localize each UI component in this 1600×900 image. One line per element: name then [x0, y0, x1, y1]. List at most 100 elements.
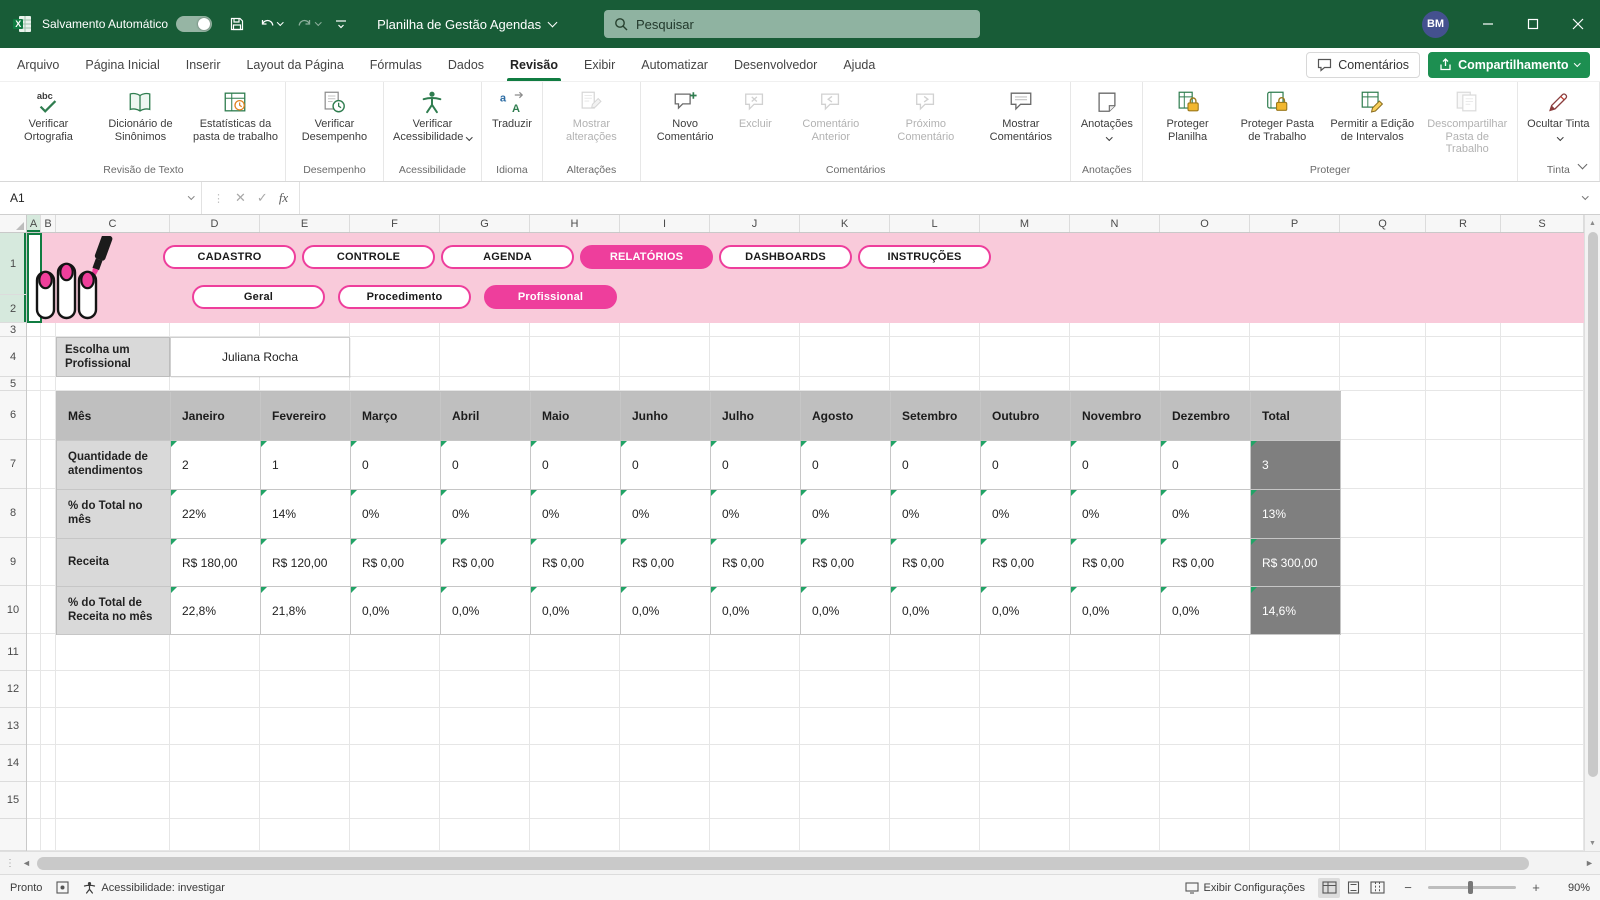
- value-cell[interactable]: 0,0%: [711, 587, 801, 635]
- table-header-cell[interactable]: Março: [351, 392, 441, 441]
- tab-revisao[interactable]: Revisão: [497, 48, 571, 81]
- value-cell[interactable]: R$ 0,00: [1161, 539, 1251, 587]
- row-header-11[interactable]: 11: [0, 634, 26, 671]
- total-cell[interactable]: 14,6%: [1251, 587, 1341, 635]
- sub-pill-procedimento[interactable]: Procedimento: [338, 285, 471, 309]
- sub-pill-geral[interactable]: Geral: [192, 285, 325, 309]
- vertical-scrollbar[interactable]: ▲ ▼: [1584, 215, 1600, 851]
- row-header-1[interactable]: 1: [0, 233, 26, 295]
- tab-exibir[interactable]: Exibir: [571, 48, 628, 81]
- tab-desenvolvedor[interactable]: Desenvolvedor: [721, 48, 830, 81]
- formula-bar-resizer[interactable]: ⋮: [213, 192, 224, 205]
- table-header-cell[interactable]: Fevereiro: [261, 392, 351, 441]
- value-cell[interactable]: 0%: [1161, 490, 1251, 539]
- value-cell[interactable]: 0%: [1071, 490, 1161, 539]
- nav-pill-instrucoes[interactable]: INSTRUÇÕES: [858, 245, 991, 269]
- ribbon-button-mostrar-alteracoes[interactable]: Mostrar alterações: [545, 82, 638, 143]
- table-header-cell[interactable]: Maio: [531, 392, 621, 441]
- ribbon-button-anotacoes[interactable]: Anotações: [1073, 82, 1140, 143]
- table-header-cell[interactable]: Janeiro: [171, 392, 261, 441]
- column-header-k[interactable]: K: [800, 215, 890, 232]
- nav-pill-agenda[interactable]: AGENDA: [441, 245, 574, 269]
- nav-pill-dashboards[interactable]: DASHBOARDS: [719, 245, 852, 269]
- sheet-tab-handle-icon[interactable]: ⋮: [2, 858, 18, 869]
- row-label-cell[interactable]: % do Total de Receita no mês: [57, 587, 171, 635]
- maximize-button[interactable]: [1510, 0, 1555, 48]
- user-avatar[interactable]: BM: [1422, 10, 1449, 38]
- value-cell[interactable]: 0%: [801, 490, 891, 539]
- value-cell[interactable]: 0: [351, 441, 441, 490]
- horizontal-scrollbar[interactable]: ⋮ ◄ ►: [0, 851, 1600, 874]
- value-cell[interactable]: 0,0%: [1161, 587, 1251, 635]
- sub-pill-profissional[interactable]: Profissional: [484, 285, 617, 309]
- zoom-out-button[interactable]: −: [1401, 880, 1415, 895]
- column-header-j[interactable]: J: [710, 215, 800, 232]
- value-cell[interactable]: R$ 0,00: [711, 539, 801, 587]
- insert-function-icon[interactable]: fx: [279, 190, 288, 206]
- row-label-cell[interactable]: % do Total no mês: [57, 490, 171, 539]
- value-cell[interactable]: R$ 180,00: [171, 539, 261, 587]
- value-cell[interactable]: 0%: [981, 490, 1071, 539]
- table-header-cell[interactable]: Junho: [621, 392, 711, 441]
- value-cell[interactable]: 0: [621, 441, 711, 490]
- table-header-cell[interactable]: Abril: [441, 392, 531, 441]
- scroll-right-icon[interactable]: ►: [1581, 858, 1598, 868]
- zoom-slider[interactable]: [1428, 881, 1516, 894]
- column-header-n[interactable]: N: [1070, 215, 1160, 232]
- column-header-h[interactable]: H: [530, 215, 620, 232]
- ribbon-button-comentario-anterior[interactable]: Comentário Anterior: [783, 82, 878, 143]
- zoom-level[interactable]: 90%: [1556, 882, 1590, 894]
- table-header-cell[interactable]: Outubro: [981, 392, 1071, 441]
- tab-layout-da-pagina[interactable]: Layout da Página: [233, 48, 356, 81]
- row-header-6[interactable]: 6: [0, 391, 26, 440]
- value-cell[interactable]: R$ 0,00: [801, 539, 891, 587]
- expand-formula-bar-button[interactable]: [1570, 182, 1600, 214]
- confirm-entry-icon[interactable]: ✓: [257, 190, 268, 206]
- row-header-3[interactable]: 3: [0, 323, 26, 337]
- column-header-l[interactable]: L: [890, 215, 980, 232]
- cancel-entry-icon[interactable]: ✕: [235, 190, 246, 206]
- column-header-f[interactable]: F: [350, 215, 440, 232]
- value-cell[interactable]: 0,0%: [1071, 587, 1161, 635]
- scroll-left-icon[interactable]: ◄: [18, 858, 35, 868]
- scroll-up-icon[interactable]: ▲: [1585, 215, 1600, 231]
- tab-dados[interactable]: Dados: [435, 48, 497, 81]
- column-header-r[interactable]: R: [1426, 215, 1501, 232]
- value-cell[interactable]: R$ 0,00: [1071, 539, 1161, 587]
- ribbon-button-proximo-comentario[interactable]: Próximo Comentário: [878, 82, 973, 143]
- value-cell[interactable]: 0%: [891, 490, 981, 539]
- table-header-cell[interactable]: Julho: [711, 392, 801, 441]
- undo-button[interactable]: [252, 0, 290, 48]
- total-cell[interactable]: R$ 300,00: [1251, 539, 1341, 587]
- row-label-cell[interactable]: Quantidade de atendimentos: [57, 441, 171, 490]
- zoom-slider-knob[interactable]: [1467, 881, 1473, 894]
- close-button[interactable]: [1555, 0, 1600, 48]
- page-break-view-button[interactable]: [1366, 878, 1388, 898]
- row-header-7[interactable]: 7: [0, 440, 26, 489]
- ribbon-button-mostrar-comentarios[interactable]: Mostrar Comentários: [973, 82, 1068, 143]
- row-header-12[interactable]: 12: [0, 671, 26, 708]
- table-header-cell[interactable]: Setembro: [891, 392, 981, 441]
- search-box[interactable]: Pesquisar: [604, 10, 980, 38]
- value-cell[interactable]: R$ 0,00: [441, 539, 531, 587]
- autosave-control[interactable]: Salvamento Automático: [42, 16, 213, 32]
- value-cell[interactable]: 0%: [531, 490, 621, 539]
- value-cell[interactable]: 0,0%: [801, 587, 891, 635]
- ribbon-button-verificar-acessibilidade[interactable]: Verificar Acessibilidade: [386, 82, 479, 143]
- ribbon-button-novo-comentario[interactable]: Novo Comentário: [643, 82, 727, 143]
- nav-pill-cadastro[interactable]: CADASTRO: [163, 245, 296, 269]
- value-cell[interactable]: 0: [981, 441, 1071, 490]
- ribbon-button-dicionario-de-sinonimos[interactable]: Dicionário de Sinônimos: [93, 82, 188, 143]
- table-header-cell[interactable]: Dezembro: [1161, 392, 1251, 441]
- column-header-e[interactable]: E: [260, 215, 350, 232]
- row-header-10[interactable]: 10: [0, 586, 26, 634]
- column-header-p[interactable]: P: [1250, 215, 1340, 232]
- macro-record-button[interactable]: [56, 881, 69, 894]
- table-header-cell[interactable]: Agosto: [801, 392, 891, 441]
- value-cell[interactable]: 2: [171, 441, 261, 490]
- column-header-g[interactable]: G: [440, 215, 530, 232]
- value-cell[interactable]: 0: [1161, 441, 1251, 490]
- ribbon-button-ocultar-tinta[interactable]: Ocultar Tinta: [1520, 82, 1597, 143]
- value-cell[interactable]: 0,0%: [621, 587, 711, 635]
- nav-pill-relatorios[interactable]: RELATÓRIOS: [580, 245, 713, 269]
